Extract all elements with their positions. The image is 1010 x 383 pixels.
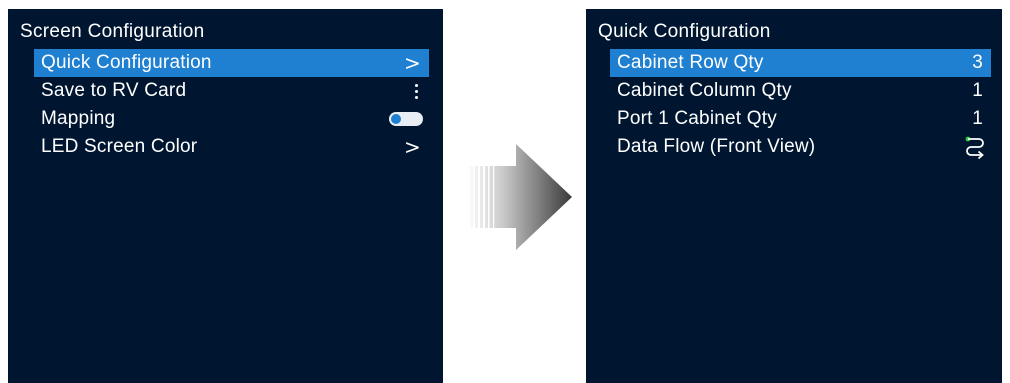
cabinet-row-qty-value: 3 <box>972 52 983 73</box>
menu-item-label: Cabinet Row Qty <box>617 52 764 73</box>
mapping-toggle[interactable] <box>389 112 423 126</box>
menu-item-data-flow[interactable]: Data Flow (Front View) <box>610 133 991 161</box>
menu-item-led-screen-color[interactable]: LED Screen Color > <box>34 133 429 161</box>
port-1-cabinet-qty-value: 1 <box>972 108 983 129</box>
right-screen: Quick Configuration Cabinet Row Qty 3 Ca… <box>586 9 1002 383</box>
chevron-right-icon: > <box>404 51 421 75</box>
left-screen: Screen Configuration Quick Configuration… <box>8 9 443 383</box>
chevron-right-icon: > <box>404 135 421 159</box>
toggle-knob <box>391 114 401 124</box>
menu-item-label: Mapping <box>41 108 116 129</box>
menu-item-label: Port 1 Cabinet Qty <box>617 108 777 129</box>
screen-title: Quick Configuration <box>598 21 771 42</box>
menu-item-label: Save to RV Card <box>41 80 187 101</box>
menu-list: Cabinet Row Qty 3 Cabinet Column Qty 1 P… <box>610 49 991 161</box>
cabinet-column-qty-value: 1 <box>972 80 983 101</box>
screen-title: Screen Configuration <box>20 21 205 42</box>
menu-item-label: Cabinet Column Qty <box>617 80 792 101</box>
menu-item-save-to-rv-card[interactable]: Save to RV Card <box>34 77 429 105</box>
more-vertical-icon[interactable] <box>415 83 418 99</box>
menu-item-label: Data Flow (Front View) <box>617 136 816 157</box>
menu-item-quick-configuration[interactable]: Quick Configuration > <box>34 49 429 77</box>
menu-item-label: LED Screen Color <box>41 136 198 157</box>
data-flow-icon <box>965 136 984 160</box>
navigation-arrow-icon <box>466 144 572 250</box>
menu-item-mapping[interactable]: Mapping <box>34 105 429 133</box>
menu-item-port-1-cabinet-qty[interactable]: Port 1 Cabinet Qty 1 <box>610 105 991 133</box>
menu-list: Quick Configuration > Save to RV Card Ma… <box>34 49 429 161</box>
menu-item-cabinet-column-qty[interactable]: Cabinet Column Qty 1 <box>610 77 991 105</box>
menu-item-cabinet-row-qty[interactable]: Cabinet Row Qty 3 <box>610 49 991 77</box>
menu-item-label: Quick Configuration <box>41 52 212 73</box>
